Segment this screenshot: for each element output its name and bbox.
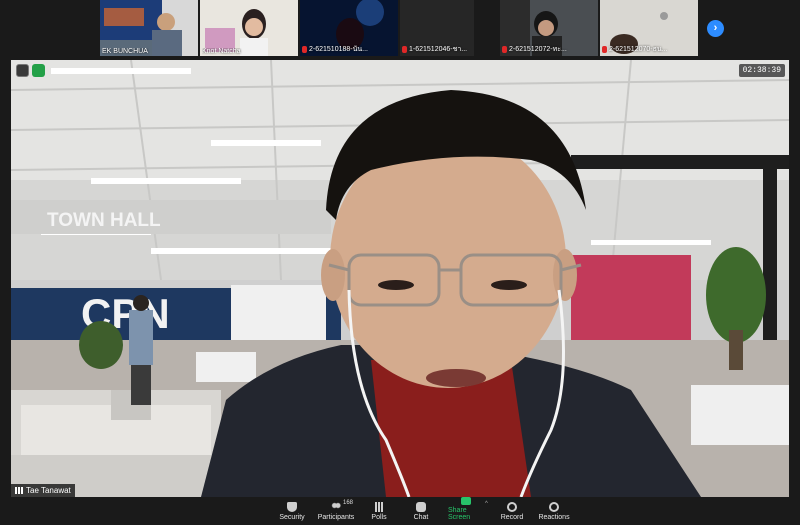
speaker-video-frame: TOWN HALL CPN [11, 60, 789, 497]
participant-strip: EK BUNCHUA Knot Natcha 2-621510188-นัน..… [0, 0, 800, 58]
share-screen-icon [461, 497, 471, 505]
muted-mic-icon [502, 46, 507, 53]
encryption-shield-icon[interactable] [32, 64, 45, 77]
polls-button[interactable]: Polls [370, 497, 388, 525]
participant-thumbnail[interactable]: 2-621510188-นัน... [300, 0, 398, 56]
record-button[interactable]: Record [500, 497, 524, 525]
participant-thumbnail[interactable]: EK BUNCHUA [100, 0, 198, 56]
share-options-caret-icon[interactable]: ^ [485, 501, 488, 507]
active-speaker-video: TOWN HALL CPN 02:38:39 Tae Tanawat [11, 60, 789, 497]
town-hall-sign: TOWN HALL [47, 210, 161, 231]
participant-thumbnail[interactable]: Knot Natcha [200, 0, 298, 56]
participant-name: 1-621512046-ชา... [402, 44, 496, 55]
meeting-toolbar: Security Participants 168 Polls Chat Sha… [0, 497, 800, 525]
meeting-info-icon[interactable] [16, 64, 29, 77]
reactions-button[interactable]: Reactions [538, 497, 570, 525]
reactions-icon [549, 502, 559, 512]
muted-mic-icon [302, 46, 307, 53]
record-icon [507, 502, 517, 512]
chat-icon [416, 502, 426, 512]
participant-thumbnail[interactable]: 1-621512046-ชา... [400, 0, 498, 56]
participant-name: 2-621512072-ทะ... [502, 44, 596, 55]
participants-icon [331, 502, 341, 512]
participant-count: 168 [343, 500, 354, 506]
chat-button[interactable]: Chat [412, 497, 430, 525]
speaker-name-label: Tae Tanawat [11, 484, 75, 497]
security-button[interactable]: Security [279, 497, 305, 525]
chevron-right-icon[interactable]: › [707, 20, 724, 37]
participant-name: 2-621510188-นัน... [302, 44, 396, 55]
muted-mic-icon [602, 46, 607, 53]
participant-name: Knot Natcha [202, 48, 241, 55]
participant-name: 2-621512070-ธน... [602, 44, 696, 55]
muted-mic-icon [402, 46, 407, 53]
polls-icon [374, 502, 384, 512]
signal-bars-icon [15, 487, 23, 494]
meeting-timer: 02:38:39 [738, 64, 785, 77]
participant-thumbnail[interactable]: 2-621512070-ธน... [600, 0, 698, 56]
shield-icon [287, 502, 297, 512]
participant-name: EK BUNCHUA [102, 48, 148, 55]
participant-thumbnail[interactable]: 2-621512072-ทะ... [500, 0, 598, 56]
share-screen-button[interactable]: Share Screen [448, 497, 484, 525]
